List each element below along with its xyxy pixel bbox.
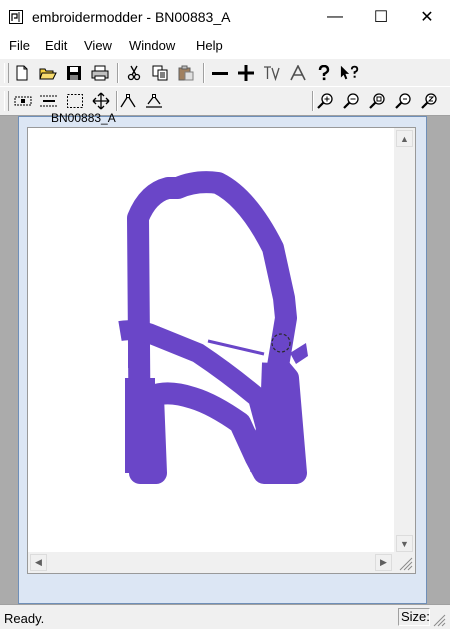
zoom-out-icon[interactable] [342,91,362,111]
status-text: Ready. [4,611,45,626]
minus-icon[interactable] [210,63,230,83]
select-point-icon[interactable] [13,91,33,111]
font-a-icon[interactable] [288,63,308,83]
toolbar-separator [312,91,314,111]
menu-help[interactable]: Help [196,38,223,54]
scroll-right-button[interactable]: ▶ [375,554,392,571]
status-bar: Ready. Size: [0,604,450,629]
mdi-area: BN00883_A ▲ ▼ ◀ ▶ [0,111,450,604]
cut-icon[interactable] [124,63,144,83]
maximize-button[interactable]: ☐ [358,0,404,34]
select-rect-icon[interactable] [65,91,85,111]
resize-grip-icon[interactable] [396,554,413,571]
app-icon [9,10,23,24]
document-title: BN00883_A [51,111,116,125]
toolbar-separator [117,63,119,83]
zoom-in-icon[interactable] [316,91,336,111]
status-size: Size: [398,608,430,626]
angle-underline-icon[interactable] [144,91,164,111]
size-grip-icon[interactable] [432,613,446,627]
zoom-extents-icon[interactable] [394,91,414,111]
copy-icon[interactable] [150,63,170,83]
toolbar-grip[interactable] [4,91,9,111]
zoom-window-icon[interactable] [368,91,388,111]
design-canvas[interactable]: ▲ ▼ ◀ ▶ [27,127,416,574]
zoom-all-icon[interactable] [420,91,440,111]
toolbar-grip[interactable] [4,63,9,83]
new-file-icon[interactable] [12,63,32,83]
title-bar: embroidermodder - BN00883_A — ☐ ✕ [0,0,450,34]
vertical-scrollbar[interactable]: ▲ ▼ [394,128,415,573]
menu-file[interactable]: File [9,38,30,54]
window-title: embroidermodder - BN00883_A [32,9,231,25]
scroll-left-button[interactable]: ◀ [30,554,47,571]
minimize-button[interactable]: — [312,0,358,34]
scroll-down-button[interactable]: ▼ [396,535,413,552]
menu-edit[interactable]: Edit [45,38,67,54]
scroll-up-button[interactable]: ▲ [396,130,413,147]
move-icon[interactable] [91,91,111,111]
help-question-icon[interactable] [314,63,334,83]
letter-a-stitches [118,171,308,484]
whats-this-icon[interactable] [340,63,360,83]
menu-bar: File Edit View Window Help [0,34,450,58]
menu-view[interactable]: View [84,38,112,54]
toolbar-separator [203,63,205,83]
plus-icon[interactable] [236,63,256,83]
document-window[interactable]: BN00883_A ▲ ▼ ◀ ▶ [18,111,427,604]
document-title-bar[interactable]: BN00883_A [19,111,426,127]
paste-icon[interactable] [176,63,196,83]
horizontal-scrollbar[interactable]: ◀ ▶ [28,552,394,573]
open-folder-icon[interactable] [38,63,58,83]
main-toolbar [0,58,450,88]
print-icon[interactable] [90,63,110,83]
angle-icon[interactable] [118,91,138,111]
select-line-icon[interactable] [39,91,59,111]
tv-icon[interactable] [262,63,282,83]
save-icon[interactable] [64,63,84,83]
close-button[interactable]: ✕ [404,0,450,34]
menu-window[interactable]: Window [129,38,175,54]
embroidery-design [118,171,308,484]
